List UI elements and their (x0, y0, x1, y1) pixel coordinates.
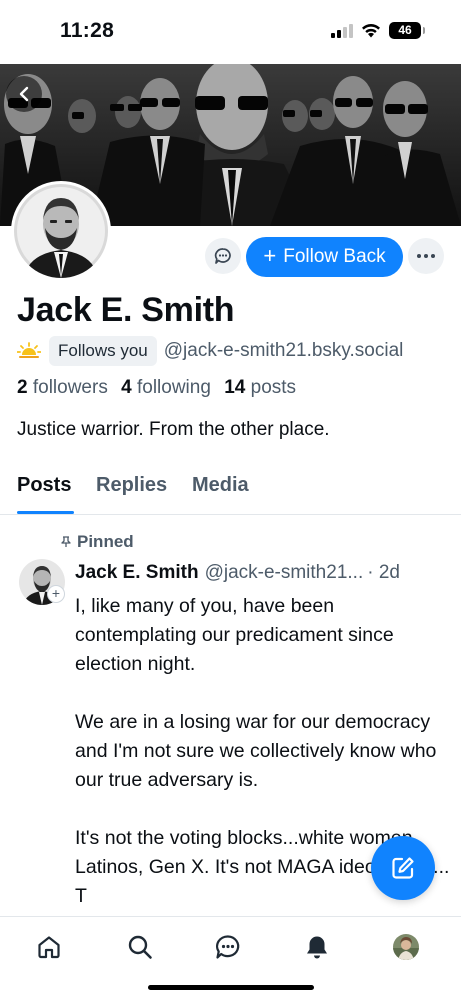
nav-notifications[interactable] (301, 931, 333, 963)
profile-bio: Justice warrior. From the other place. (17, 419, 330, 440)
ellipsis-icon (417, 254, 421, 258)
post-header: Jack E. Smith @jack-e-smith21... · 2d (75, 562, 447, 584)
compose-pencil-icon (392, 857, 414, 879)
nav-chat[interactable] (212, 931, 244, 963)
battery-icon: 46 (389, 22, 425, 39)
following-link[interactable]: 4 following (121, 377, 211, 398)
chat-bubble-icon (214, 248, 231, 264)
pinned-indicator: Pinned (61, 532, 134, 552)
followers-label: followers (32, 377, 108, 398)
follows-you-badge: Follows you (49, 336, 157, 366)
display-name: Jack E. Smith (17, 291, 235, 329)
follow-back-button[interactable]: + Follow Back (246, 237, 403, 277)
sunrise-emoji-icon (17, 342, 41, 358)
follow-plus-icon[interactable]: + (47, 585, 65, 603)
tab-replies[interactable]: Replies (96, 474, 167, 497)
chat-icon (216, 935, 240, 959)
posts-stat: 14 posts (224, 377, 296, 398)
chevron-left-icon (19, 86, 29, 102)
pinned-label: Pinned (77, 532, 134, 551)
status-time: 11:28 (60, 19, 115, 42)
active-tab-indicator (17, 511, 74, 514)
home-indicator (148, 985, 314, 990)
profile-tabs: Posts Replies Media (0, 472, 461, 515)
post-author-handle[interactable]: @jack-e-smith21... (205, 562, 364, 584)
followers-link[interactable]: 2 followers (17, 377, 108, 398)
following-label: following (136, 377, 211, 398)
cellular-signal-icon (331, 23, 353, 38)
followers-count: 2 (17, 377, 28, 398)
posts-count: 14 (224, 377, 246, 398)
back-button[interactable] (6, 76, 42, 112)
plus-icon: + (263, 243, 277, 268)
bell-icon (307, 936, 327, 959)
profile-avatar[interactable] (11, 181, 111, 281)
post-timestamp: · 2d (367, 562, 400, 583)
profile-stats: 2 followers 4 following 14 posts (17, 377, 296, 399)
post-author-name[interactable]: Jack E. Smith (75, 562, 199, 584)
nav-search[interactable] (124, 931, 156, 963)
wifi-icon (362, 24, 380, 38)
message-button[interactable] (205, 238, 241, 274)
tab-media[interactable]: Media (192, 474, 249, 497)
avatar-image (14, 184, 108, 278)
profile-meta-row: Follows you @jack-e-smith21.bsky.social (17, 336, 403, 366)
pin-icon (61, 536, 71, 547)
nav-home[interactable] (33, 931, 65, 963)
follow-back-label: Follow Back (283, 246, 386, 267)
compose-post-button[interactable] (371, 836, 435, 900)
home-icon (38, 936, 60, 959)
more-options-button[interactable] (408, 238, 444, 274)
following-count: 4 (121, 377, 132, 398)
user-avatar-image (393, 934, 419, 960)
search-icon (128, 935, 152, 959)
posts-label: posts (250, 377, 297, 398)
status-icons: 46 (331, 22, 425, 39)
status-bar: 11:28 46 (0, 0, 461, 64)
nav-profile-avatar[interactable] (393, 934, 419, 960)
tab-posts[interactable]: Posts (17, 474, 71, 497)
profile-handle: @jack-e-smith21.bsky.social (163, 340, 404, 361)
